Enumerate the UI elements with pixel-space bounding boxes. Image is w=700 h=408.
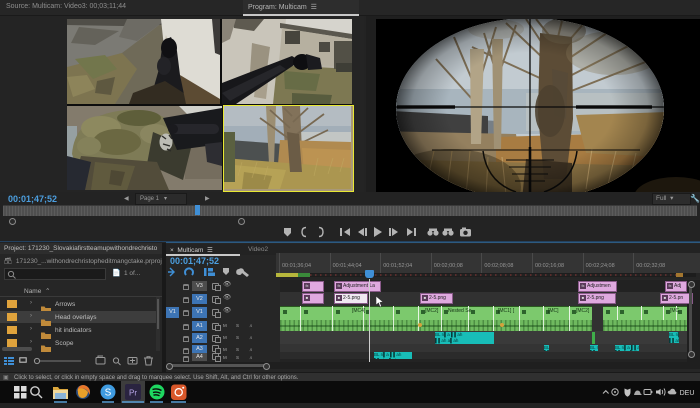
svg-text:Pr: Pr [129, 389, 137, 398]
svg-text:DEU: DEU [680, 390, 695, 397]
svg-text:S: S [105, 388, 112, 399]
